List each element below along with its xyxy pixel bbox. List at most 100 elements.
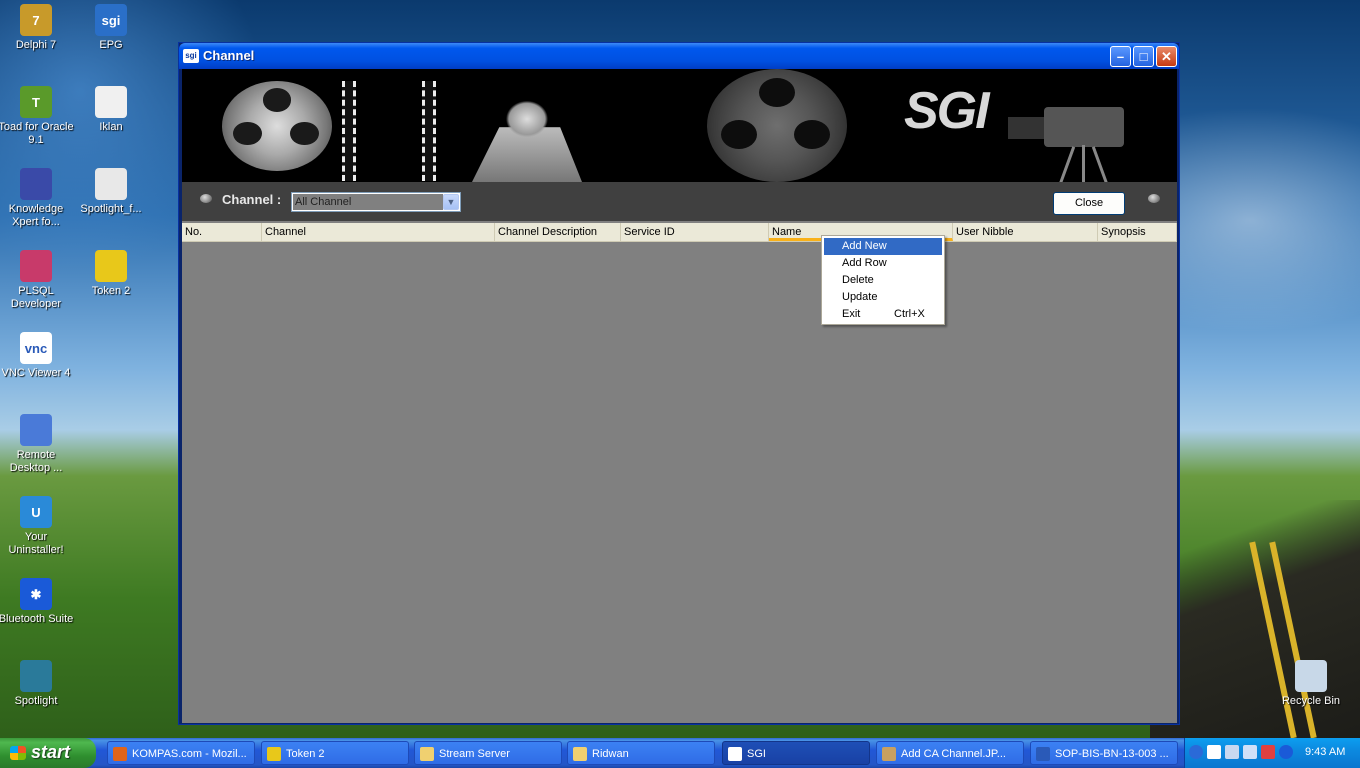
bluetooth-icon: ✱: [20, 578, 52, 610]
sgi-icon: sgi: [183, 49, 199, 63]
close-window-button[interactable]: ✕: [1156, 46, 1177, 67]
taskbar-button-label: SGI: [747, 748, 766, 760]
desktop-icon[interactable]: Iklan: [73, 86, 149, 134]
window-client-area: SGI Channel : All Channel ▼ Close No. Ch…: [182, 69, 1177, 723]
system-tray: 9:43 AM: [1184, 738, 1360, 768]
column-header-user-nibble[interactable]: User Nibble: [953, 223, 1098, 241]
column-header-no[interactable]: No.: [182, 223, 262, 241]
sgi-icon: [728, 747, 742, 761]
token-icon: [95, 250, 127, 282]
toad-icon: T: [20, 86, 52, 118]
menu-item-add-row[interactable]: Add Row: [824, 255, 942, 272]
taskbar: start KOMPAS.com - Mozil... Token 2 Stream…: [0, 738, 1360, 768]
taskbar-button[interactable]: SGI: [722, 741, 870, 765]
close-button[interactable]: Close: [1053, 192, 1125, 215]
taskbar-button[interactable]: Token 2: [261, 741, 409, 765]
taskbar-button-label: Ridwan: [592, 748, 629, 760]
channel-select[interactable]: All Channel ▼: [291, 192, 461, 212]
desktop-icon[interactable]: vnc VNC Viewer 4: [0, 332, 74, 380]
delphi-icon: 7: [20, 4, 52, 36]
window-titlebar[interactable]: sgi Channel – □ ✕: [179, 43, 1179, 69]
maximize-button[interactable]: □: [1133, 46, 1154, 67]
desktop-icon[interactable]: sgi EPG: [73, 4, 149, 52]
cameraman-image: [472, 97, 582, 182]
desktop-icon-label: Spotlight_f...: [80, 203, 142, 215]
clock[interactable]: 9:43 AM: [1305, 746, 1345, 758]
film-strip-image: [342, 81, 356, 181]
taskbar-button[interactable]: KOMPAS.com - Mozil...: [107, 741, 255, 765]
network-icon[interactable]: [1225, 745, 1239, 759]
chevron-down-icon[interactable]: ▼: [443, 194, 459, 210]
taskbar-button[interactable]: Ridwan: [567, 741, 715, 765]
vnc-viewer-icon: vnc: [20, 332, 52, 364]
network-icon[interactable]: [1243, 745, 1257, 759]
column-header-channel-description[interactable]: Channel Description: [495, 223, 621, 241]
grid-body[interactable]: [182, 242, 1177, 723]
token-icon: [267, 747, 281, 761]
desktop-icon[interactable]: T Toad for Oracle 9.1: [0, 86, 74, 147]
desktop-icon[interactable]: ✱ Bluetooth Suite: [0, 578, 74, 626]
folder-icon: [573, 747, 587, 761]
menu-shortcut: Ctrl+X: [894, 308, 925, 320]
recycle-bin-icon: [1295, 660, 1327, 692]
firefox-icon: [113, 747, 127, 761]
start-button[interactable]: start: [0, 738, 96, 768]
taskbar-button[interactable]: SOP-BIS-BN-13-003 ...: [1030, 741, 1178, 765]
desktop-icon-label: Recycle Bin: [1281, 695, 1341, 707]
desktop-icon[interactable]: Remote Desktop ...: [0, 414, 74, 475]
desktop-icon[interactable]: Knowledge Xpert fo...: [0, 168, 74, 229]
bluetooth-icon[interactable]: [1279, 745, 1293, 759]
film-strip-image: [422, 81, 436, 181]
window-title: Channel: [203, 48, 255, 63]
sgi-tray-icon[interactable]: [1207, 745, 1221, 759]
taskbar-button[interactable]: Add CA Channel.JP...: [876, 741, 1024, 765]
desktop-icon-label: PLSQL Developer: [10, 285, 62, 310]
taskbar-button-label: Stream Server: [439, 748, 510, 760]
sgi-logo: SGI: [904, 82, 990, 140]
iklan-icon: [95, 86, 127, 118]
taskbar-button-label: SOP-BIS-BN-13-003 ...: [1055, 748, 1169, 760]
spotlight-icon: [20, 660, 52, 692]
film-reel-image: [222, 81, 332, 171]
security-alert-icon[interactable]: [1261, 745, 1275, 759]
desktop-icon-label: Bluetooth Suite: [0, 613, 74, 625]
camera-image: [1044, 107, 1124, 147]
remote-desktop-icon: [20, 414, 52, 446]
uninstaller-icon: U: [20, 496, 52, 528]
desktop-icon[interactable]: 7 Delphi 7: [0, 4, 74, 52]
desktop-icon[interactable]: Spotlight_f...: [73, 168, 149, 216]
folder-icon: [420, 747, 434, 761]
image-viewer-icon: [882, 747, 896, 761]
taskbar-button-label: Token 2: [286, 748, 325, 760]
grid-header: No. Channel Channel Description Service …: [182, 223, 1177, 242]
desktop-icon-label: Your Uninstaller!: [8, 531, 64, 556]
desktop-icon[interactable]: Token 2: [73, 250, 149, 298]
knowledge-xpert-icon: [20, 168, 52, 200]
desktop-icon[interactable]: Recycle Bin: [1273, 660, 1349, 708]
desktop-icon-label: EPG: [99, 39, 123, 51]
menu-item-exit[interactable]: Exit Ctrl+X: [824, 306, 942, 323]
word-icon: [1036, 747, 1050, 761]
column-header-channel[interactable]: Channel: [262, 223, 495, 241]
chevron-left-icon[interactable]: [1189, 745, 1203, 759]
channel-toolbar: Channel : All Channel ▼ Close: [182, 182, 1177, 221]
channel-select-value[interactable]: All Channel: [293, 194, 443, 210]
column-header-synopsis[interactable]: Synopsis: [1098, 223, 1177, 241]
spotlight-file-icon: [95, 168, 127, 200]
desktop-icon[interactable]: U Your Uninstaller!: [0, 496, 74, 557]
desktop-icon[interactable]: PLSQL Developer: [0, 250, 74, 311]
taskbar-button[interactable]: Stream Server: [414, 741, 562, 765]
start-label: start: [31, 742, 71, 762]
indicator-led: [200, 194, 212, 203]
camera-image: [1008, 117, 1048, 139]
film-reel-image: [707, 69, 847, 182]
menu-item-update[interactable]: Update: [824, 289, 942, 306]
column-header-service-id[interactable]: Service ID: [621, 223, 769, 241]
menu-item-add-new[interactable]: Add New: [824, 238, 942, 255]
menu-item-delete[interactable]: Delete: [824, 272, 942, 289]
taskbar-button-label: Add CA Channel.JP...: [901, 748, 1006, 760]
plsql-developer-icon: [20, 250, 52, 282]
desktop-icon-label: Token 2: [91, 285, 131, 297]
desktop-icon[interactable]: Spotlight: [0, 660, 74, 708]
minimize-button[interactable]: –: [1110, 46, 1131, 67]
